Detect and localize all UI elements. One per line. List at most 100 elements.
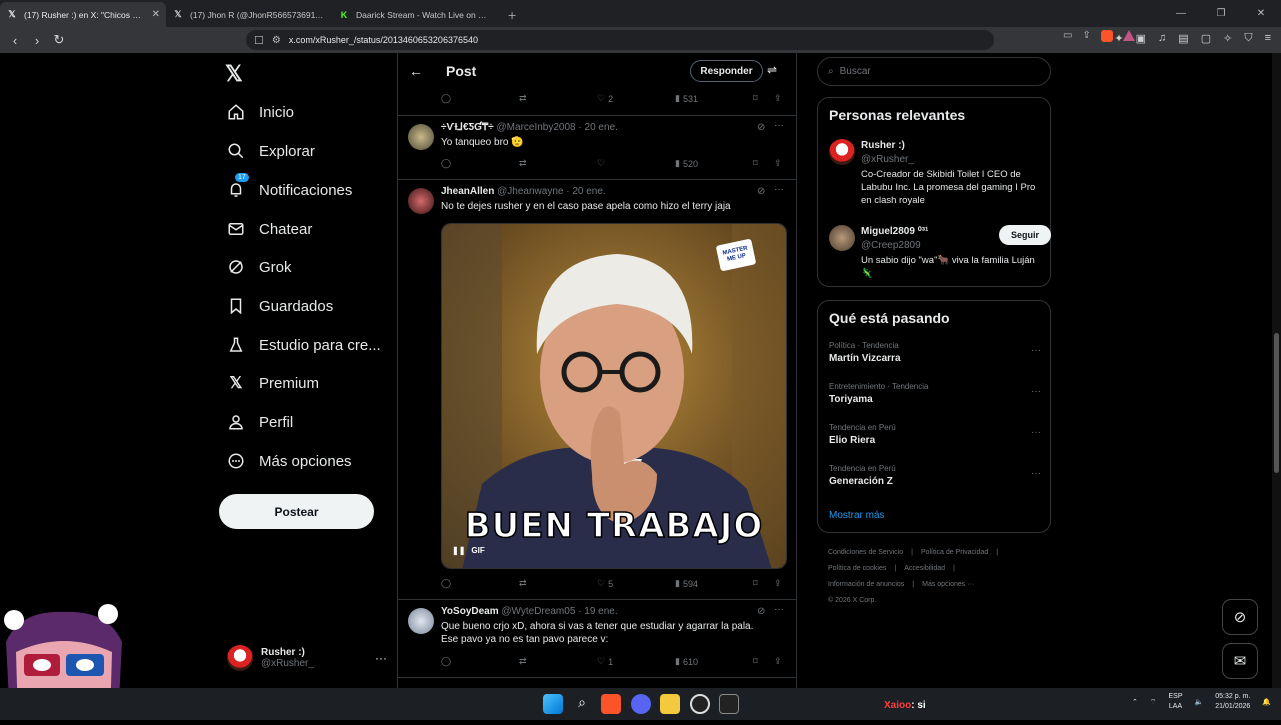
- nav-item-premium[interactable]: 𝕏 Premium: [227, 368, 319, 398]
- bookmark-icon[interactable]: ⌑: [753, 578, 758, 589]
- leo-icon[interactable]: ✧: [1223, 32, 1232, 45]
- filter-sliders-icon[interactable]: ⇌: [767, 63, 777, 77]
- epic-games-icon[interactable]: [719, 694, 739, 714]
- post-button[interactable]: Postear: [219, 494, 374, 529]
- footer-link[interactable]: Condiciones de Servicio: [828, 549, 903, 556]
- footer-link[interactable]: Información de anuncios: [828, 581, 904, 588]
- tweet[interactable]: JheanAllen @Jheanwayne · 20 ene. ⊘ ··· N…: [398, 180, 796, 600]
- views-button[interactable]: ▮ 594: [675, 578, 698, 589]
- nav-item-perfil[interactable]: Perfil: [227, 407, 293, 437]
- browser-tab-2[interactable]: 𝕏 (17) Jhon R (@JhonR5665736911) / X: [166, 2, 332, 27]
- share-icon[interactable]: ⇪: [774, 578, 782, 589]
- back-arrow-icon[interactable]: ←: [398, 63, 434, 79]
- tweet-date[interactable]: · 19 ene.: [578, 606, 617, 617]
- wifi-icon[interactable]: ⌔: [1150, 698, 1157, 707]
- page-scrollbar[interactable]: [1272, 53, 1281, 688]
- bookmark-page-icon[interactable]: ☐: [254, 34, 264, 47]
- footer-link[interactable]: Política de cookies: [828, 565, 886, 572]
- person-handle[interactable]: @Creep2809: [861, 240, 921, 251]
- avatar[interactable]: [408, 608, 434, 634]
- show-more-link[interactable]: Mostrar más: [829, 510, 885, 521]
- tweet-date[interactable]: · 20 ene.: [578, 122, 617, 133]
- brave-shields-icon[interactable]: [1100, 30, 1113, 42]
- footer-link[interactable]: Accesibilidad: [904, 565, 945, 572]
- nav-item-grok[interactable]: Grok: [227, 252, 292, 282]
- person-name[interactable]: Miguel2809 ⁰³¹: [861, 226, 928, 237]
- share-icon[interactable]: ⇪: [774, 158, 782, 169]
- more-dots-icon[interactable]: ···: [774, 120, 784, 131]
- back-nav-icon[interactable]: ‹: [4, 33, 26, 48]
- nav-item-inicio[interactable]: Inicio: [227, 97, 294, 127]
- nav-item-mas-opciones[interactable]: Más opciones: [227, 446, 352, 476]
- scrollbar-thumb[interactable]: [1274, 333, 1279, 473]
- messages-fab-button[interactable]: ✉: [1222, 643, 1258, 679]
- more-dots-icon[interactable]: ···: [1031, 386, 1041, 397]
- share-icon[interactable]: ⇪: [774, 93, 782, 104]
- bookmark-icon[interactable]: ⌑: [753, 93, 758, 104]
- avatar[interactable]: [408, 188, 434, 214]
- trend-item[interactable]: Tendencia en Perú Generación Z ···: [829, 464, 1041, 487]
- reload-icon[interactable]: ↻: [48, 32, 70, 48]
- avatar[interactable]: [829, 139, 855, 165]
- trend-item[interactable]: Tendencia en Perú Elio Riera ···: [829, 423, 1041, 446]
- share-icon[interactable]: ⇪: [774, 656, 782, 667]
- nav-item-estudio[interactable]: Estudio para cre...: [227, 330, 381, 360]
- like-button[interactable]: ♡ 5: [597, 578, 613, 589]
- person-name[interactable]: Rusher :): [861, 140, 905, 151]
- nav-item-chatear[interactable]: Chatear: [227, 214, 312, 244]
- more-dots-icon[interactable]: ···: [1031, 345, 1041, 356]
- new-tab-button[interactable]: +: [498, 2, 526, 27]
- person-handle[interactable]: @xRusher_: [861, 154, 914, 165]
- close-tab-icon[interactable]: ✕: [152, 9, 160, 20]
- folder-icon[interactable]: [660, 694, 680, 714]
- search-input[interactable]: ⌕ Buscar: [817, 57, 1051, 86]
- author-name[interactable]: JheanAllen: [441, 186, 494, 197]
- views-button[interactable]: ▮ 520: [675, 158, 698, 169]
- grok-fab-button[interactable]: ⊘: [1222, 599, 1258, 635]
- volume-icon[interactable]: 🔈: [1195, 698, 1204, 706]
- grok-icon[interactable]: ⊘: [757, 606, 765, 617]
- nav-item-explorar[interactable]: Explorar: [227, 136, 315, 166]
- address-bar[interactable]: ☐ ⚙ x.com/xRusher_/status/20134606532063…: [246, 30, 1135, 50]
- author-handle[interactable]: @Jheanwayne: [497, 186, 563, 197]
- footer-link[interactable]: Política de Privacidad: [921, 549, 988, 556]
- x-logo-icon[interactable]: 𝕏: [225, 61, 243, 87]
- reply-icon[interactable]: ◯: [441, 158, 451, 169]
- tweet[interactable]: ◯ ⇄ ♡ 2 ▮ 531 ⌑ ⇪: [398, 89, 796, 116]
- bookmark-icon[interactable]: ⌑: [753, 656, 758, 667]
- obs-icon[interactable]: [690, 694, 710, 714]
- menu-icon[interactable]: ≡: [1265, 32, 1271, 45]
- extensions-icon[interactable]: ✦: [1114, 32, 1123, 45]
- reply-icon[interactable]: ◯: [441, 578, 451, 589]
- tweet[interactable]: YoSoyDeam @WyteDream05 · 19 ene. ⊘ ··· Q…: [398, 600, 796, 678]
- reply-button[interactable]: Responder: [690, 60, 763, 82]
- like-button[interactable]: ♡ 1: [597, 656, 613, 667]
- more-dots-icon[interactable]: ···: [774, 184, 784, 195]
- avatar[interactable]: [829, 225, 855, 251]
- reply-icon[interactable]: ◯: [441, 656, 451, 667]
- reply-icon[interactable]: ◯: [441, 93, 451, 104]
- account-switcher[interactable]: Rusher :) @xRusher_ ···: [227, 643, 387, 673]
- author-handle[interactable]: @WyteDream05: [501, 606, 575, 617]
- like-button[interactable]: ♡ 2: [597, 93, 613, 104]
- author-name[interactable]: ÷ѴƗ⅃€ƼƓ₸÷: [441, 122, 494, 133]
- nav-item-notificaciones[interactable]: 17 Notificaciones: [227, 173, 352, 205]
- author-handle[interactable]: @MarceInby2008: [497, 122, 576, 133]
- retweet-icon[interactable]: ⇄: [519, 578, 527, 589]
- follow-button[interactable]: Seguir: [999, 225, 1051, 245]
- retweet-icon[interactable]: ⇄: [519, 656, 527, 667]
- footer-link[interactable]: Más opciones ···: [922, 581, 974, 588]
- chevron-up-icon[interactable]: ⌃: [1132, 698, 1138, 706]
- music-icon[interactable]: ♫: [1158, 32, 1166, 45]
- more-dots-icon[interactable]: ···: [1031, 427, 1041, 438]
- retweet-icon[interactable]: ⇄: [519, 158, 527, 169]
- restore-icon[interactable]: ❐: [1201, 0, 1241, 27]
- more-dots-icon[interactable]: ···: [1031, 468, 1041, 479]
- tweet[interactable]: ÷ѴƗ⅃€ƼƓ₸÷ @MarceInby2008 · 20 ene. ⊘ ···…: [398, 116, 796, 180]
- browser-tab-1[interactable]: 𝕏 (17) Rusher :) en X: "Chicos me v ✕: [0, 2, 166, 27]
- person-item[interactable]: Rusher :) @xRusher_ Co-Creador de Skibid…: [829, 139, 1041, 209]
- close-window-icon[interactable]: ✕: [1241, 0, 1281, 27]
- grok-icon[interactable]: ⊘: [757, 122, 765, 133]
- notification-bell-icon[interactable]: 🔔: [1262, 698, 1271, 706]
- reader-icon[interactable]: ▣: [1136, 32, 1146, 45]
